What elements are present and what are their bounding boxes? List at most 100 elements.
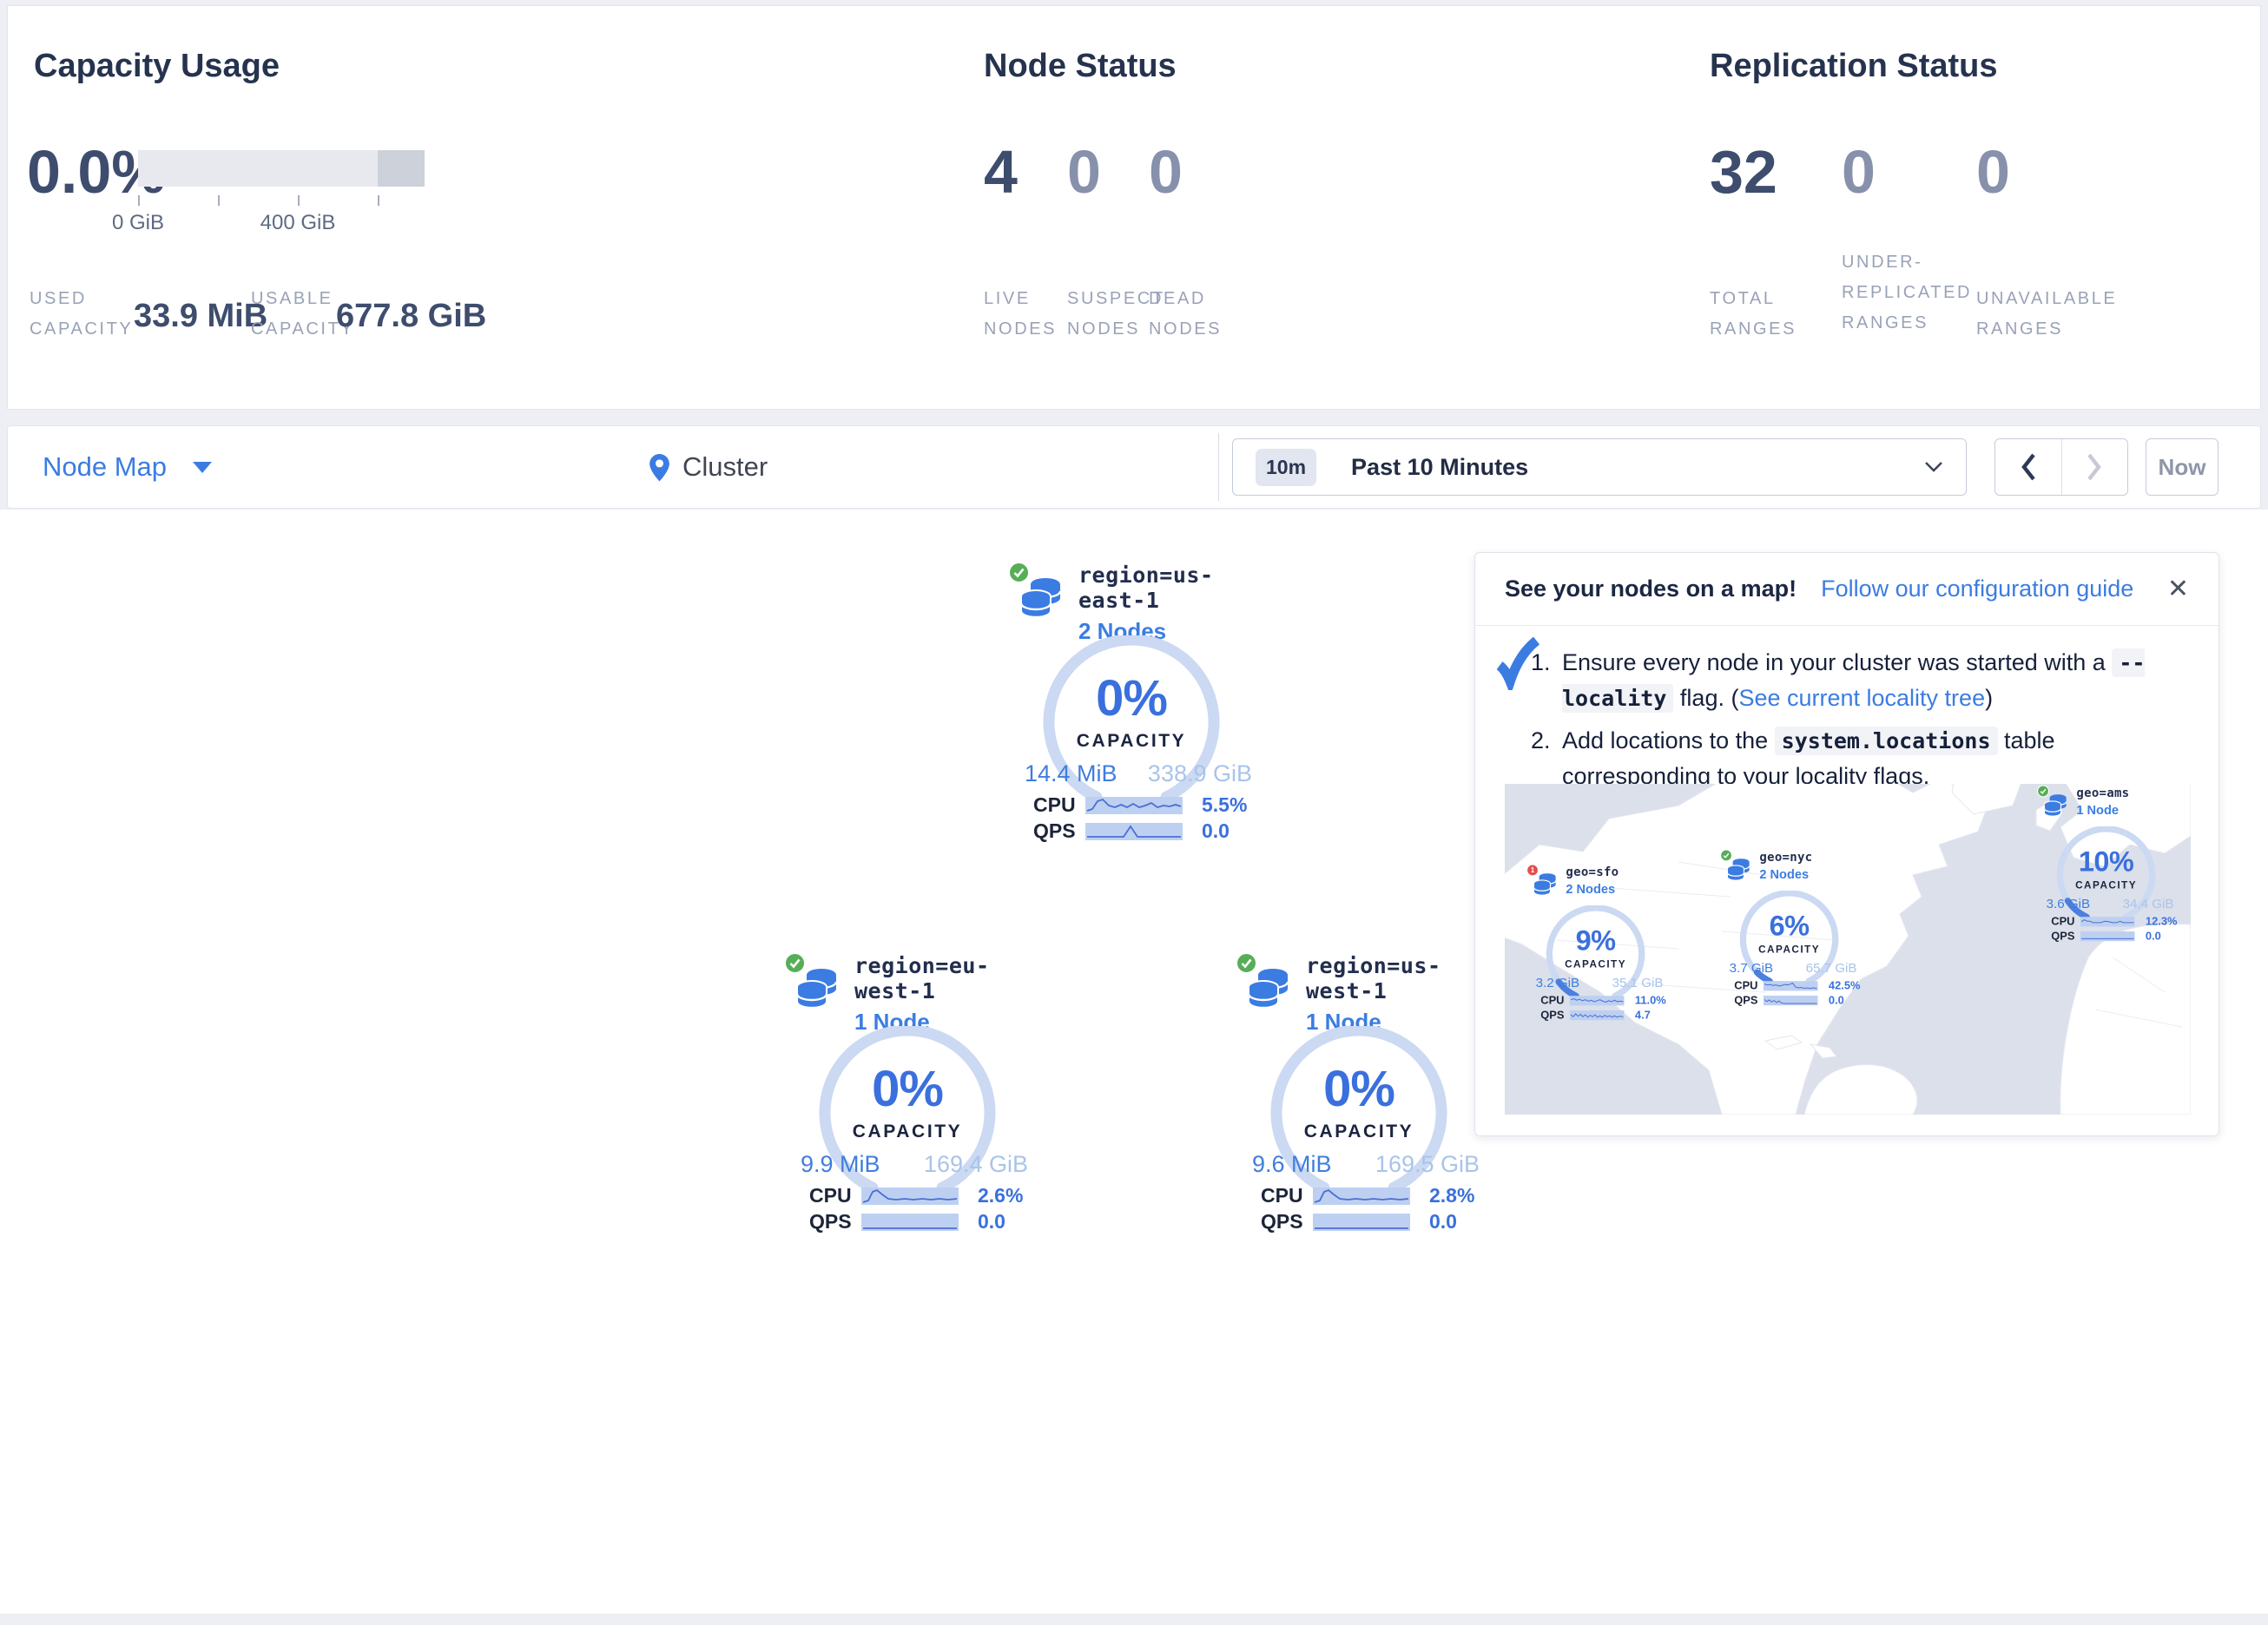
dead-nodes-count: 0 — [1149, 141, 1183, 202]
region-node-us-east-1[interactable]: region=us-east-1 2 Nodes 0% CAPACITY 14.… — [1000, 562, 1261, 849]
region-node-header: region=eu-west-1 1 Node — [797, 953, 1037, 1036]
map-pin-icon — [649, 453, 670, 482]
time-back-button[interactable] — [1995, 439, 2061, 495]
used-capacity: 3.6 GiB — [2047, 897, 2090, 911]
cpu-label: CPU — [1734, 979, 1764, 992]
database-stack-icon — [1249, 969, 1289, 1012]
total-capacity: 169.5 GiB — [1375, 1151, 1480, 1178]
qps-label: QPS — [809, 1210, 861, 1234]
time-forward-button[interactable] — [2061, 439, 2128, 495]
map-node-overlay: 1 geo=sfo 2 Nodes 9% CAPACITY 3.2 GiB3 — [1505, 784, 2191, 1115]
setup-step: 2.Add locations to the system.locations … — [1531, 723, 2173, 793]
capacity-caption: CAPACITY — [1040, 731, 1223, 752]
cpu-sparkline — [1085, 796, 1183, 815]
cpu-label: CPU — [2051, 915, 2080, 928]
map-node-geo-ams[interactable]: geo=ams 1 Node 10% CAPACITY 3.6 GiB34.4 … — [2033, 786, 2179, 946]
qps-label: QPS — [2051, 930, 2080, 943]
cpu-sparkline — [2080, 916, 2135, 926]
qps-value: 0.0 — [1429, 1210, 1457, 1234]
total-capacity: 34.4 GiB — [2123, 897, 2174, 911]
qps-label: QPS — [1033, 819, 1085, 843]
system-locations-code: system.locations — [1775, 727, 1998, 755]
node-map-page: Capacity Usage 0.0% 0 GiB 400 GiB USED C… — [0, 0, 2268, 1625]
map-node-geo-nyc[interactable]: geo=nyc 2 Nodes 6% CAPACITY 3.7 GiB65.7 … — [1716, 850, 1862, 1010]
view-selector-dropdown[interactable]: Node Map — [43, 426, 212, 508]
region-node-eu-west-1[interactable]: region=eu-west-1 1 Node 0% CAPACITY 9.9 … — [776, 953, 1037, 1240]
chevron-left-icon — [2020, 452, 2037, 482]
qps-value: 0.0 — [1829, 994, 1844, 1007]
health-ok-icon — [2037, 785, 2049, 797]
total-ranges-label: TOTAL RANGES — [1710, 284, 1814, 345]
qps-value: 4.7 — [1635, 1009, 1651, 1022]
map-node-geo-sfo[interactable]: 1 geo=sfo 2 Nodes 9% CAPACITY 3.2 GiB3 — [1522, 865, 1668, 1025]
cpu-label: CPU — [1033, 793, 1085, 817]
capacity-percent: 9% — [1545, 927, 1647, 955]
cpu-value: 2.6% — [978, 1184, 1023, 1207]
unavailable-label: UNAVAILABLE RANGES — [1976, 284, 2150, 345]
node-status-title: Node Status — [984, 48, 1177, 85]
health-ok-icon — [784, 952, 806, 974]
region-node-header: region=us-west-1 1 Node — [1249, 953, 1488, 1036]
nodes-on-map-popup: See your nodes on a map! Follow our conf… — [1474, 552, 2219, 1136]
total-capacity: 338.9 GiB — [1148, 760, 1252, 787]
close-icon[interactable]: ✕ — [2167, 574, 2189, 604]
used-capacity-value: 33.9 MiB — [134, 298, 267, 335]
geo-label: geo=ams — [2076, 786, 2129, 799]
geo-node-count: 2 Nodes — [1566, 882, 1619, 897]
region-node-us-west-1[interactable]: region=us-west-1 1 Node 0% CAPACITY 9.6 … — [1228, 953, 1488, 1240]
view-selector-label: Node Map — [43, 451, 167, 483]
region-label: region=us-east-1 — [1078, 562, 1261, 613]
svg-text:1: 1 — [1531, 866, 1535, 874]
geo-node-count: 2 Nodes — [1759, 867, 1812, 882]
cpu-label: CPU — [1540, 994, 1570, 1007]
used-capacity: 9.6 MiB — [1252, 1151, 1332, 1178]
time-range-select[interactable]: 10m Past 10 Minutes — [1232, 438, 1967, 496]
region-label: region=eu-west-1 — [854, 953, 1037, 1003]
chevron-right-icon — [2086, 452, 2103, 482]
capacity-usage-title: Capacity Usage — [34, 48, 280, 85]
capacity-bar-used-segment — [378, 150, 425, 187]
database-stack-icon: 1 — [1533, 873, 1556, 898]
region-node-header: region=us-east-1 2 Nodes — [1021, 562, 1261, 645]
capacity-percent: 0% — [816, 1064, 999, 1115]
cpu-value: 42.5% — [1829, 979, 1861, 992]
view-toolbar: Node Map Cluster 10m Past 10 Minutes Now — [7, 425, 2261, 509]
breadcrumb[interactable]: Cluster — [649, 426, 768, 508]
qps-sparkline — [1085, 822, 1183, 841]
cpu-sparkline — [1313, 1187, 1410, 1206]
breadcrumb-label: Cluster — [682, 451, 768, 483]
cpu-label: CPU — [1261, 1184, 1313, 1207]
cluster-summary-bar: Capacity Usage 0.0% 0 GiB 400 GiB USED C… — [7, 5, 2261, 410]
database-stack-icon — [2044, 794, 2067, 819]
under-replicated-label: UNDER-REPLICATED RANGES — [1842, 247, 1985, 339]
capacity-axis-0: 0 GiB — [86, 211, 190, 235]
now-button[interactable]: Now — [2146, 438, 2219, 496]
capacity-bar — [138, 150, 425, 187]
chevron-down-icon — [1924, 461, 1943, 473]
used-capacity: 3.2 GiB — [1536, 976, 1579, 990]
used-capacity: 9.9 MiB — [801, 1151, 880, 1178]
toolbar-divider — [1218, 433, 1219, 501]
popup-title: See your nodes on a map! — [1505, 576, 1797, 602]
qps-value: 0.0 — [978, 1210, 1005, 1234]
total-capacity: 65.7 GiB — [1806, 961, 1857, 976]
replication-status-title: Replication Status — [1710, 48, 1998, 85]
live-nodes-label: LIVE NODES — [984, 284, 1079, 345]
health-warning-icon: 1 — [1526, 864, 1539, 876]
used-capacity: 14.4 MiB — [1025, 760, 1118, 787]
setup-step: 1.Ensure every node in your cluster was … — [1531, 645, 2173, 716]
usable-capacity-value: 677.8 GiB — [336, 298, 486, 335]
live-nodes-count: 4 — [984, 141, 1018, 202]
configuration-guide-link[interactable]: Follow our configuration guide — [1821, 576, 2133, 602]
capacity-percent: 10% — [2055, 848, 2158, 876]
qps-label: QPS — [1540, 1009, 1570, 1022]
locality-tree-link[interactable]: See current locality tree — [1738, 685, 1985, 711]
cpu-value: 2.8% — [1429, 1184, 1474, 1207]
qps-sparkline — [861, 1213, 959, 1232]
cpu-value: 12.3% — [2146, 915, 2178, 928]
total-capacity: 169.4 GiB — [924, 1151, 1028, 1178]
time-range-badge: 10m — [1256, 449, 1316, 486]
region-label: region=us-west-1 — [1306, 953, 1488, 1003]
qps-label: QPS — [1261, 1210, 1313, 1234]
capacity-axis-400: 400 GiB — [246, 211, 350, 235]
